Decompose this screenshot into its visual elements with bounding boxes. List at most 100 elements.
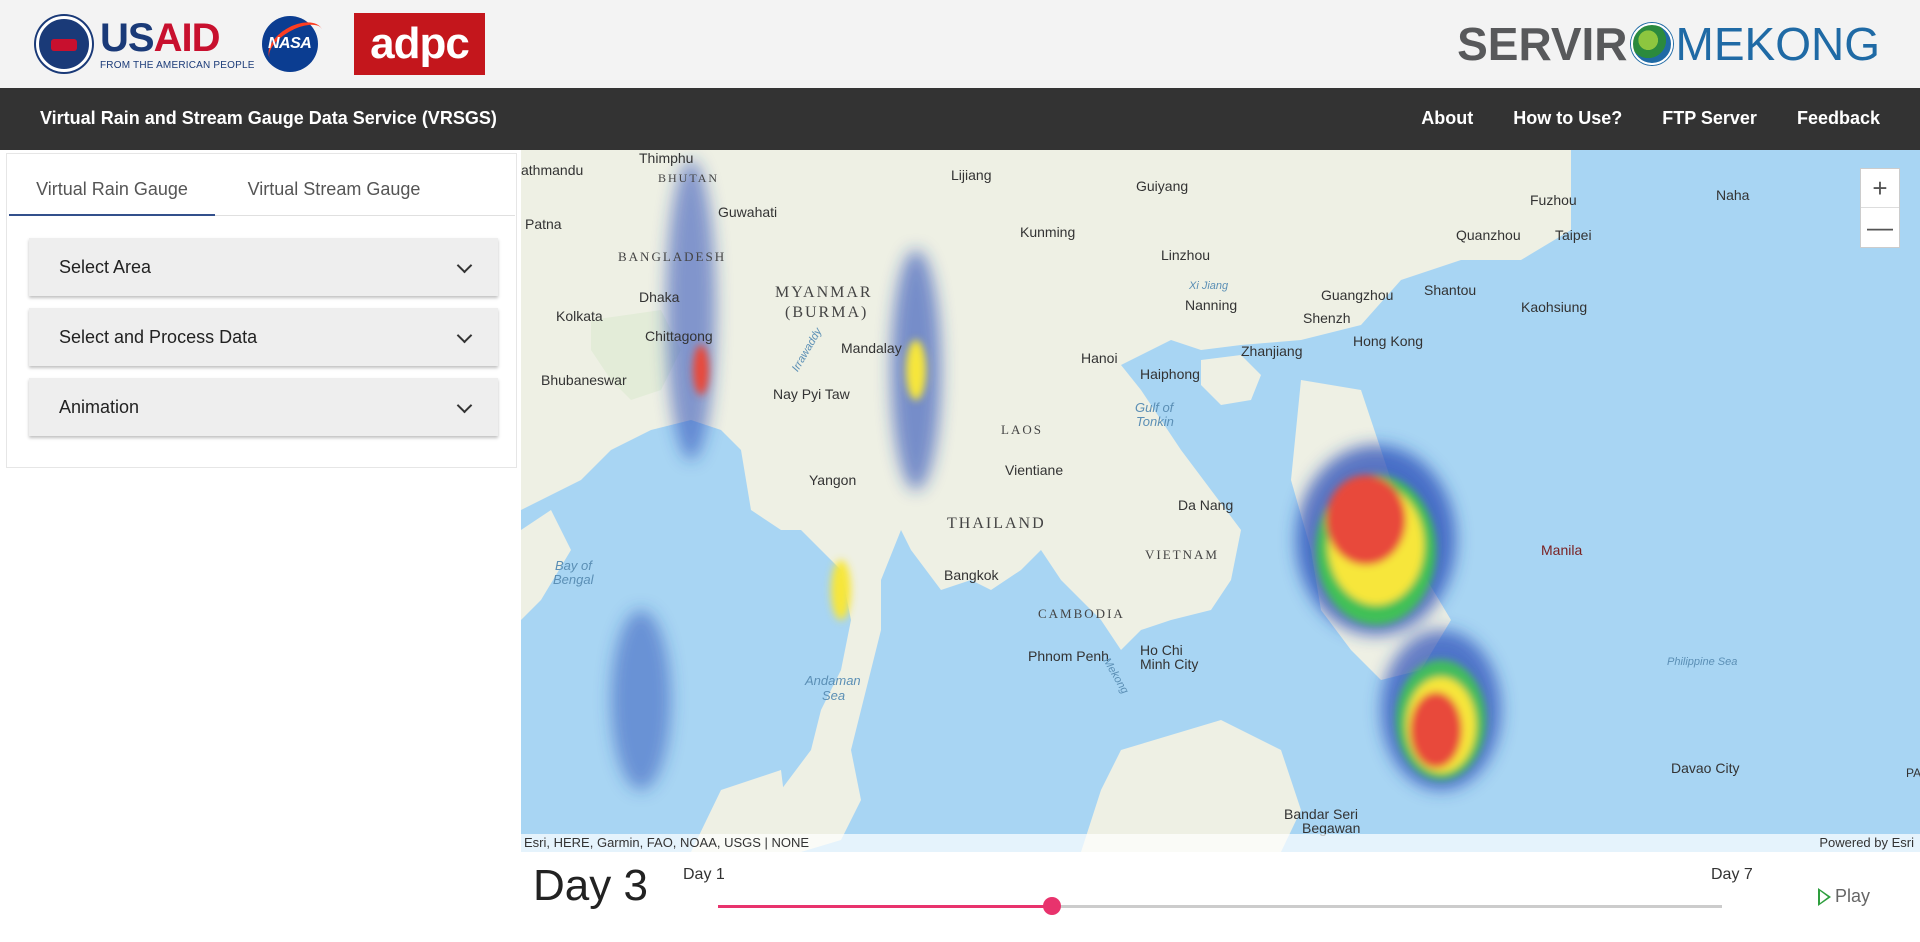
map-label-vietnam: VIETNAM [1145, 547, 1219, 562]
map-label-guwahati: Guwahati [718, 204, 778, 220]
nav-links: About How to Use? FTP Server Feedback [1381, 108, 1880, 129]
day-slider-fill [718, 905, 1053, 908]
play-label: Play [1835, 886, 1871, 906]
map-label-bhutan: BHUTAN [658, 171, 720, 185]
map-label-vientiane: Vientiane [1005, 462, 1064, 478]
nav-how-to-use-link[interactable]: How to Use? [1513, 108, 1622, 129]
select-area-accordion[interactable]: Select Area [29, 238, 498, 296]
play-button[interactable]: Play [1818, 886, 1870, 907]
map-label-yangon: Yangon [809, 472, 857, 488]
servir-mekong-logo: SERVIR MEKONG [1457, 18, 1880, 70]
timeline-start-label: Day 1 [683, 866, 725, 883]
play-icon [1818, 887, 1831, 906]
map-label-andaman-sea-1: Andaman [805, 673, 861, 688]
usaid-seal-icon [36, 16, 92, 72]
map-label-chittagong: Chittagong [645, 328, 713, 344]
map-label-cambodia: CAMBODIA [1038, 606, 1125, 621]
map-label-bhubaneswar: Bhubaneswar [541, 372, 627, 388]
map-label-guangzhou: Guangzhou [1321, 287, 1394, 303]
map-label-dhaka: Dhaka [639, 289, 680, 305]
tab-virtual-stream-gauge[interactable]: Virtual Stream Gauge [219, 162, 449, 216]
map-label-bay-of-bengal-2: Bengal [553, 572, 594, 587]
nasa-logo: NASA [261, 13, 331, 75]
map-label-hochiminh-2: Minh City [1140, 656, 1199, 672]
map-label-quanzhou: Quanzhou [1456, 227, 1521, 243]
zoom-control: + — [1860, 168, 1900, 248]
chevron-down-icon [456, 327, 473, 344]
map-label-guiyang: Guiyang [1136, 178, 1189, 194]
map-label-myanmar: MYANMAR [775, 284, 873, 301]
animation-label: Animation [59, 397, 140, 417]
logo-bar: USAID FROM THE AMERICAN PEOPLE NASA adpc… [0, 0, 1920, 88]
usaid-wordmark: USAID FROM THE AMERICAN PEOPLE [100, 18, 255, 71]
select-area-label: Select Area [59, 257, 152, 277]
nav-feedback-link[interactable]: Feedback [1797, 108, 1880, 129]
map-label-lijiang: Lijiang [951, 167, 992, 183]
select-process-data-accordion[interactable]: Select and Process Data [29, 308, 498, 366]
attribution-sources: Esri, HERE, Garmin, FAO, NOAA, USGS | NO… [524, 835, 810, 850]
zoom-out-button[interactable]: — [1861, 208, 1899, 247]
map-label-kaohsiung: Kaohsiung [1521, 299, 1588, 315]
adpc-wordmark: adpc [370, 19, 470, 68]
chevron-down-icon [456, 257, 473, 274]
mekong-wordmark: MEKONG [1675, 18, 1880, 70]
map-label-gulf-of-tonkin-2: Tonkin [1136, 414, 1174, 429]
map-label-patna: Patna [525, 216, 562, 232]
map-label-burma: (BURMA) [785, 304, 869, 321]
map-label-naha: Naha [1716, 187, 1750, 203]
adpc-logo: adpc [354, 13, 485, 75]
map-label-zhanjiang: Zhanjiang [1241, 343, 1303, 359]
chevron-down-icon [456, 397, 473, 414]
map-label-taipei: Taipei [1555, 227, 1592, 243]
nav-about-link[interactable]: About [1421, 108, 1473, 129]
day-slider-thumb[interactable] [1043, 897, 1062, 915]
current-day-label: Day 3 [533, 861, 648, 910]
gauge-tabs: Virtual Rain Gauge Virtual Stream Gauge [9, 162, 515, 216]
map-label-kolkata: Kolkata [556, 308, 603, 324]
map-label-haiphong: Haiphong [1140, 366, 1200, 382]
top-navbar: Virtual Rain and Stream Gauge Data Servi… [0, 88, 1920, 150]
map-label-kathmandu: athmandu [521, 162, 584, 178]
map-label-bangkok: Bangkok [944, 567, 999, 583]
map-attribution: Esri, HERE, Garmin, FAO, NOAA, USGS | NO… [521, 834, 1920, 852]
site-title: Virtual Rain and Stream Gauge Data Servi… [40, 108, 497, 128]
timeline-end-label: Day 7 [1711, 866, 1753, 883]
map-label-xi-jiang-river: Xi Jiang [1189, 280, 1229, 292]
usaid-tagline: FROM THE AMERICAN PEOPLE [100, 59, 255, 71]
map-label-gulf-of-tonkin-1: Gulf of [1135, 400, 1174, 415]
sidebar-panel: Virtual Rain Gauge Virtual Stream Gauge … [6, 153, 517, 468]
map-label-thimphu: Thimphu [639, 150, 694, 166]
map-label-hanoi: Hanoi [1081, 350, 1118, 366]
nav-ftp-server-link[interactable]: FTP Server [1662, 108, 1757, 129]
map-label-linzhou: Linzhou [1161, 247, 1211, 263]
animation-timeline: Day 3 Day 1 Day 7 Play [521, 852, 1920, 942]
map-label-laos: LAOS [1001, 422, 1043, 437]
map-label-davao: Davao City [1671, 760, 1740, 776]
map-label-bay-of-bengal-1: Bay of [555, 558, 592, 573]
select-process-data-label: Select and Process Data [59, 327, 258, 347]
map-label-naypyitaw: Nay Pyi Taw [773, 386, 850, 402]
map-label-hongkong: Hong Kong [1353, 333, 1424, 349]
usaid-logo: USAID FROM THE AMERICAN PEOPLE [36, 16, 255, 72]
map-label-danang: Da Nang [1178, 497, 1234, 513]
map-label-bangladesh: BANGLADESH [618, 249, 727, 264]
map-label-shantou: Shantou [1424, 282, 1477, 298]
map-label-pa: PA [1906, 766, 1920, 780]
map-label-shenzhen: Shenzh [1303, 310, 1351, 326]
zoom-in-button[interactable]: + [1861, 169, 1899, 208]
map-label-philippine-sea: Philippine Sea [1667, 656, 1738, 668]
map-label-nanning: Nanning [1185, 297, 1238, 313]
map-label-fuzhou: Fuzhou [1530, 192, 1577, 208]
tab-virtual-rain-gauge[interactable]: Virtual Rain Gauge [9, 162, 215, 216]
map-label-andaman-sea-2: Sea [822, 688, 846, 703]
usaid-us: US [100, 15, 155, 60]
map-label-phnompenh: Phnom Penh [1028, 648, 1109, 664]
servir-wordmark: SERVIR [1457, 18, 1628, 70]
map-label-kunming: Kunming [1020, 224, 1076, 240]
map-label-manila: Manila [1541, 542, 1583, 558]
animation-accordion[interactable]: Animation [29, 378, 498, 436]
usaid-aid: AID [153, 15, 221, 60]
map-view[interactable]: Thimphu athmandu BHUTAN Guwahati Patna B… [521, 150, 1920, 852]
nasa-wordmark: NASA [268, 35, 312, 52]
powered-by-esri[interactable]: Powered by Esri [1819, 835, 1914, 850]
